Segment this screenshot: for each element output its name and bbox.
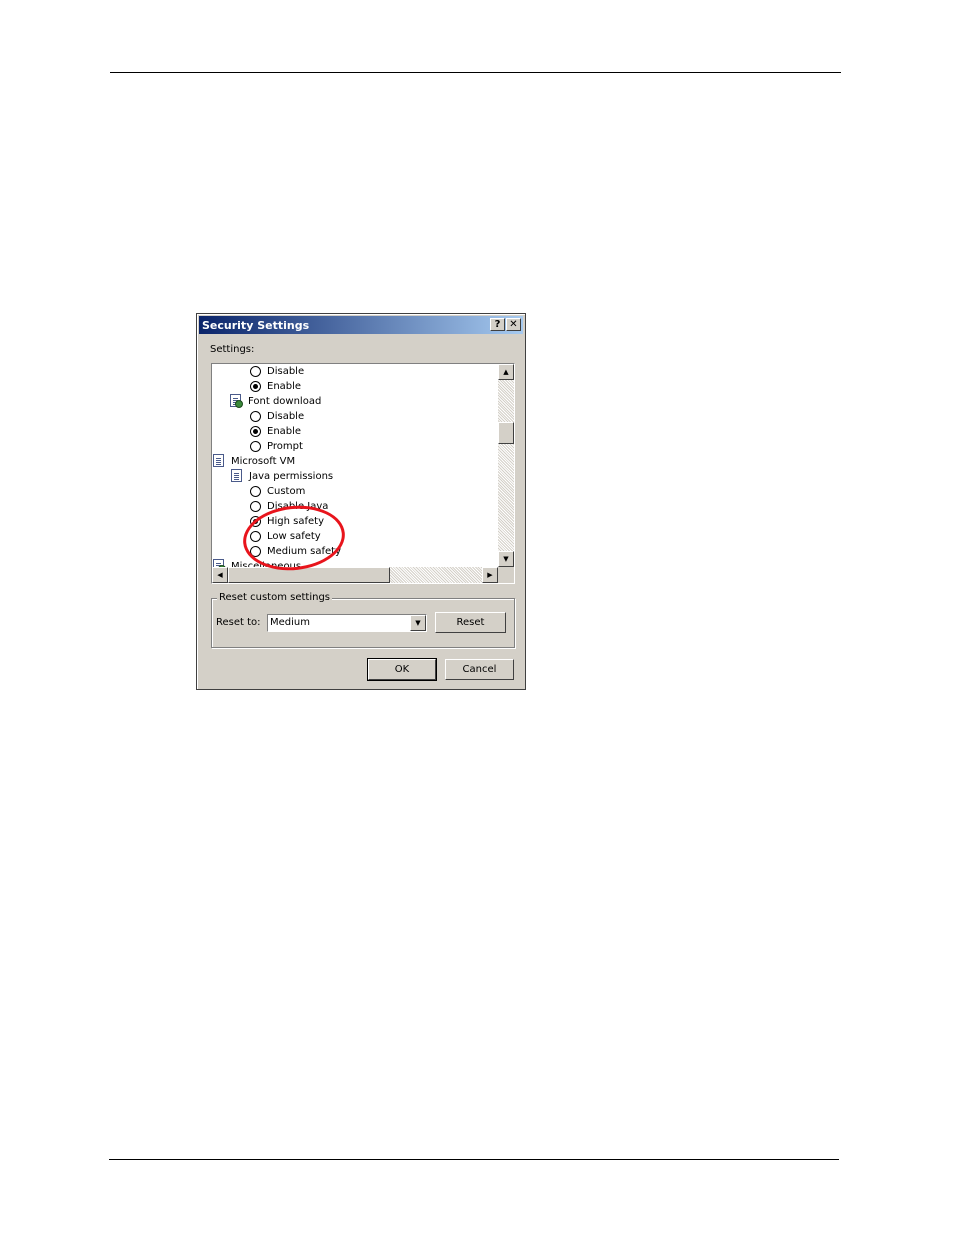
option-label: Custom: [267, 486, 306, 497]
radio-button[interactable]: [250, 381, 261, 392]
scroll-up-icon[interactable]: ▲: [498, 364, 514, 380]
scroll-right-icon[interactable]: ▶: [482, 567, 498, 583]
radio-button[interactable]: [250, 411, 261, 422]
document-icon: [231, 469, 242, 482]
close-button[interactable]: ✕: [506, 318, 521, 331]
scroll-down-icon[interactable]: ▼: [498, 551, 514, 567]
title-bar[interactable]: Security Settings ? ✕: [199, 316, 523, 334]
radio-button[interactable]: [250, 366, 261, 377]
reset-button[interactable]: Reset: [435, 612, 506, 633]
option-label: Prompt: [267, 441, 303, 452]
vertical-scroll-thumb[interactable]: [498, 422, 514, 444]
horizontal-scrollbar[interactable]: ◀ ▶: [212, 567, 498, 583]
radio-button[interactable]: [250, 426, 261, 437]
group-legend: Reset custom settings: [217, 592, 332, 603]
chevron-down-icon[interactable]: ▼: [410, 615, 426, 631]
option-label: Enable: [267, 426, 302, 437]
scroll-left-icon[interactable]: ◀: [212, 567, 228, 583]
footer-rule: [109, 1159, 839, 1160]
selected-value: Medium: [270, 617, 310, 628]
header-rule: [110, 72, 841, 73]
radio-button[interactable]: [250, 441, 261, 452]
option-label: Disable: [267, 366, 305, 377]
settings-page-icon: [213, 559, 226, 567]
help-button[interactable]: ?: [490, 318, 505, 331]
ok-button[interactable]: OK: [367, 658, 437, 681]
reset-to-label: Reset to:: [216, 617, 261, 628]
reset-level-select[interactable]: Medium ▼: [267, 614, 427, 632]
category-label: Font download: [248, 396, 322, 407]
dialog-title: Security Settings: [202, 319, 310, 332]
radio-button[interactable]: [250, 501, 261, 512]
category-label: Microsoft VM: [231, 456, 296, 467]
radio-button[interactable]: [250, 486, 261, 497]
horizontal-scroll-thumb[interactable]: [228, 567, 390, 583]
cancel-button[interactable]: Cancel: [445, 659, 514, 680]
document-icon: [213, 454, 224, 467]
settings-label: Settings:: [210, 344, 255, 355]
category-label: Java permissions: [249, 471, 334, 482]
vertical-scrollbar[interactable]: ▲ ▼: [498, 364, 514, 567]
option-label: Enable: [267, 381, 302, 392]
scrollbar-corner: [498, 567, 514, 583]
option-label: Disable: [267, 411, 305, 422]
security-settings-dialog: Security Settings ? ✕ Settings: Disable …: [196, 313, 526, 690]
settings-page-icon: [230, 394, 243, 408]
